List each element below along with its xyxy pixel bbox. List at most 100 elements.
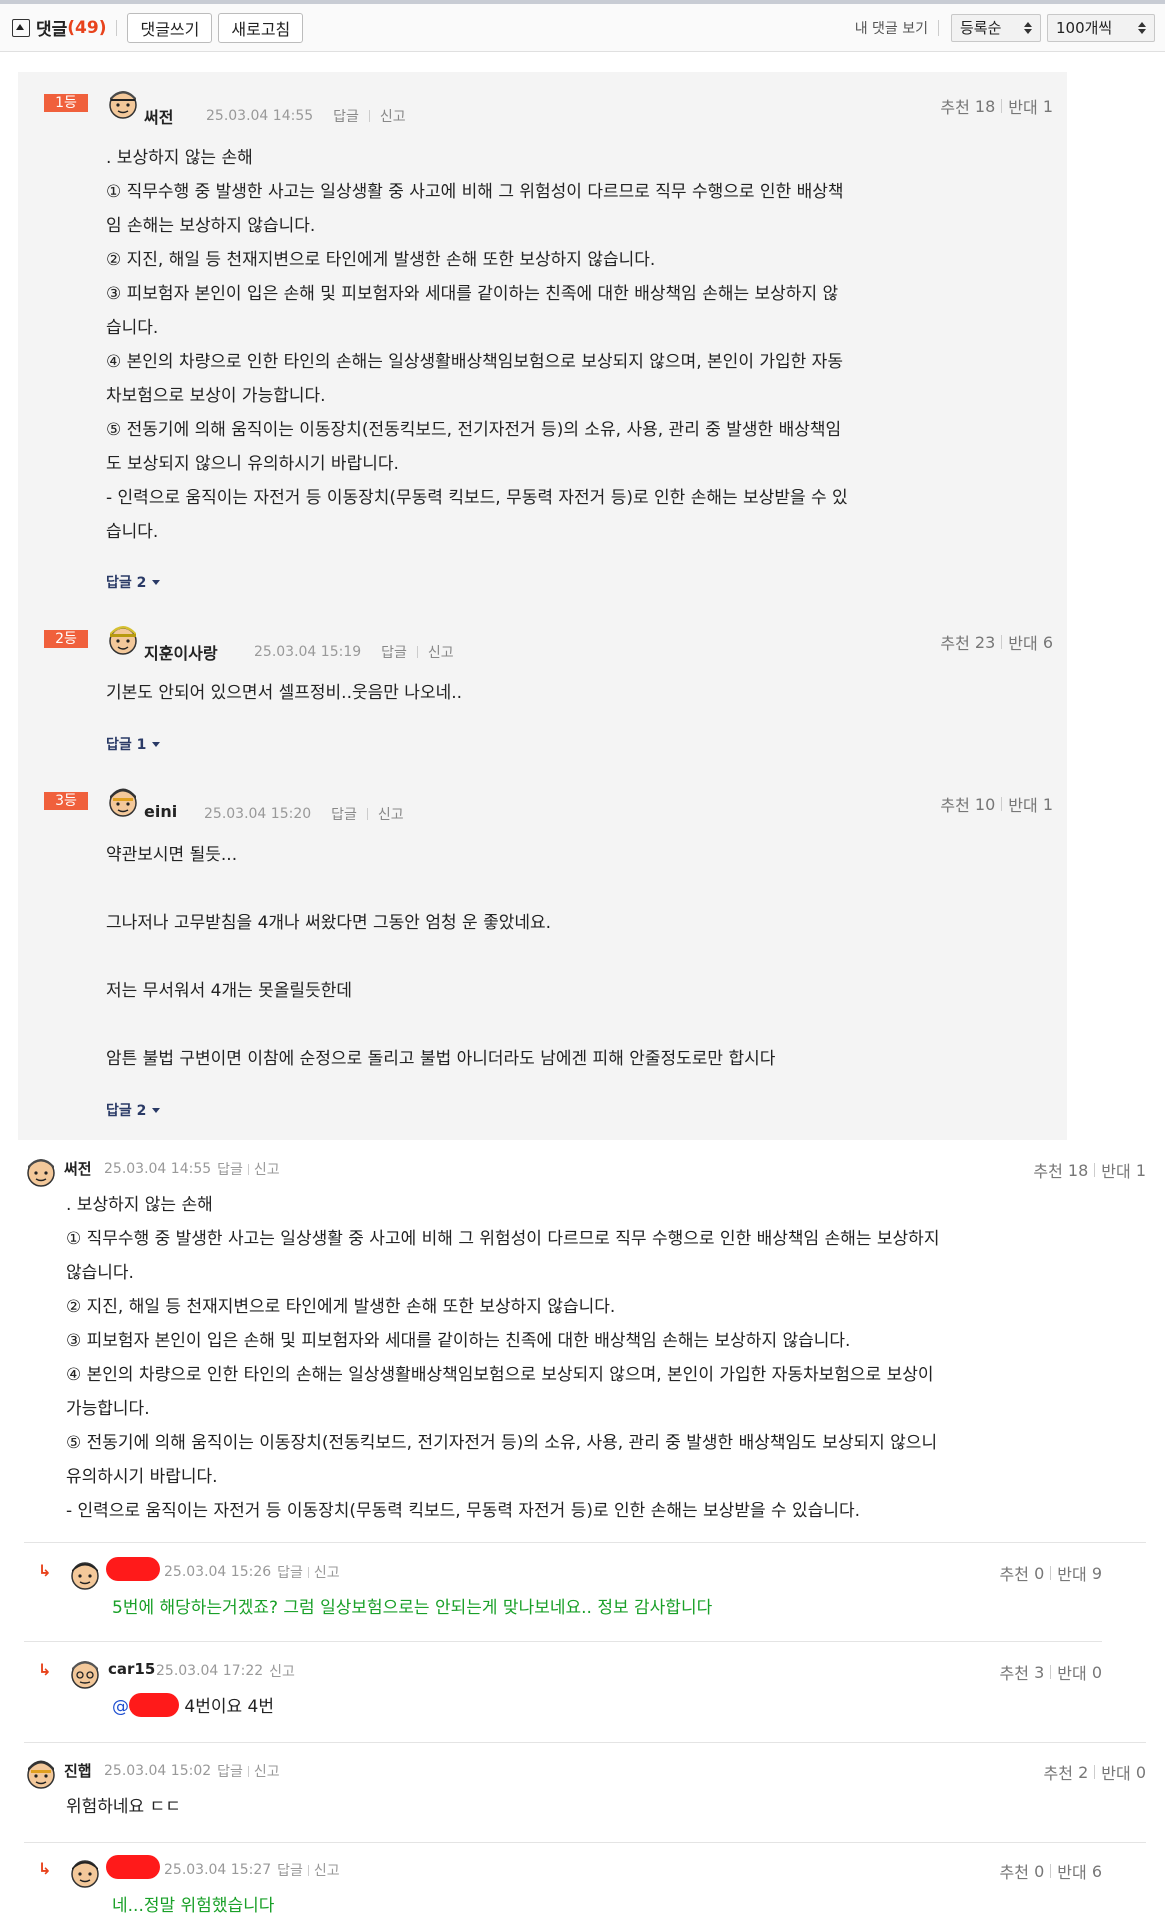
avatar-icon xyxy=(71,1860,99,1888)
comment-line: 암튼 불법 구변이면 이참에 순정으로 돌리고 불법 아니더라도 남에겐 피해 … xyxy=(106,1049,776,1069)
sort-select-value: 등록순 xyxy=(960,19,1002,37)
report-link[interactable]: 신고 xyxy=(314,1860,340,1880)
reply-link[interactable]: 답글 xyxy=(277,1562,303,1582)
reply-link[interactable]: 답글 xyxy=(381,642,407,662)
oppose-label[interactable]: 반대 xyxy=(1057,1859,1086,1883)
refresh-button[interactable]: 새로고침 xyxy=(218,12,304,43)
timestamp: 25.03.04 15:26 xyxy=(164,1564,272,1580)
comment-line: ⑤ 전동기에 의해 움직이는 이동장치(전동킥보드, 전기자전거 등)의 소유,… xyxy=(66,1433,938,1453)
vote-divider xyxy=(1050,1566,1052,1580)
oppose-label[interactable]: 반대 xyxy=(1008,94,1037,118)
replies-toggle[interactable]: 답글 1 xyxy=(106,734,161,754)
nickname[interactable]: car15 xyxy=(108,1660,155,1678)
comment-divider xyxy=(24,1542,1146,1543)
comment-body: 위험하네요 ㄷㄷ xyxy=(66,1797,181,1817)
avatar-icon xyxy=(109,626,137,655)
comment-line: ① 직무수행 중 발생한 사고는 일상생활 중 사고에 비해 그 위험성이 다르… xyxy=(106,182,844,202)
oppose-label[interactable]: 반대 xyxy=(1008,792,1037,816)
vote-counts: 추천 0 반대 9 xyxy=(1000,1561,1102,1585)
oppose-label[interactable]: 반대 xyxy=(1057,1660,1086,1684)
recommend-label[interactable]: 추천 xyxy=(940,630,969,654)
vote-divider xyxy=(1001,797,1003,811)
caret-down-icon xyxy=(152,741,161,747)
recommend-label[interactable]: 추천 xyxy=(1000,1660,1029,1684)
nickname[interactable]: 써전 xyxy=(144,104,173,128)
nickname[interactable]: 지훈이사랑 xyxy=(144,640,218,664)
reply-link[interactable]: 답글 xyxy=(333,106,359,126)
replies-toggle[interactable]: 답글 2 xyxy=(106,1100,161,1120)
comment-line: . 보상하지 않는 손해 xyxy=(66,1195,213,1215)
reply-arrow-icon: ↳ xyxy=(38,1859,52,1878)
comment-meta: 25.03.04 15:26 답글 신고 xyxy=(164,1562,340,1582)
oppose-label[interactable]: 반대 xyxy=(1057,1561,1086,1585)
redacted-nickname xyxy=(106,1557,160,1581)
recommend-label[interactable]: 추천 xyxy=(1000,1561,1029,1585)
per-page-select-value: 100개씩 xyxy=(1056,19,1113,37)
comment-body: . 보상하지 않는 손해 ① 직무수행 중 발생한 사고는 일상생활 중 사고에… xyxy=(106,141,946,549)
comment-line: 기본도 안되어 있으면서 셀프정비..웃음만 나오네.. xyxy=(106,683,463,703)
comment-line: 가능합니다. xyxy=(66,1399,150,1419)
recommend-count: 3 xyxy=(1034,1662,1045,1682)
recommend-label[interactable]: 추천 xyxy=(1033,1158,1062,1182)
oppose-count: 6 xyxy=(1091,1861,1102,1881)
comment-line: 도 보상되지 않으니 유의하시기 바랍니다. xyxy=(106,454,399,474)
report-link[interactable]: 신고 xyxy=(314,1562,340,1582)
reply-arrow-icon: ↳ xyxy=(38,1561,52,1580)
nickname[interactable]: eini xyxy=(144,802,177,821)
comment-body: @ 4번이요 4번 xyxy=(112,1690,1072,1724)
vote-divider xyxy=(1001,635,1003,649)
comments-page: 댓글 (49) 댓글쓰기 새로고침 내 댓글 보기 등록순 100개씩 1등 써… xyxy=(0,0,1170,1932)
vote-counts: 추천 2 반대 0 xyxy=(1044,1760,1146,1784)
recommend-label[interactable]: 추천 xyxy=(940,792,969,816)
report-link[interactable]: 신고 xyxy=(378,804,404,824)
recommend-count: 10 xyxy=(974,794,996,814)
reply-link[interactable]: 답글 xyxy=(217,1159,243,1179)
recommend-count: 18 xyxy=(974,96,996,116)
recommend-label[interactable]: 추천 xyxy=(1000,1859,1029,1883)
report-link[interactable]: 신고 xyxy=(428,642,454,662)
write-comment-button[interactable]: 댓글쓰기 xyxy=(127,12,213,43)
report-link[interactable]: 신고 xyxy=(254,1761,280,1781)
report-link[interactable]: 신고 xyxy=(254,1159,280,1179)
comment-line: 차보험으로 보상이 가능합니다. xyxy=(106,386,326,406)
comment-text: 4번이요 4번 xyxy=(179,1697,274,1717)
comment-meta: 25.03.04 15:27 답글 신고 xyxy=(164,1860,340,1880)
best-comments: 1등 써전 25.03.04 14:55 답글 신고 추천 18 반대 1 . … xyxy=(18,72,1067,1140)
avatar-icon xyxy=(71,1562,99,1590)
meta-divider xyxy=(307,1566,309,1578)
nickname[interactable]: 써전 xyxy=(64,1158,92,1179)
collapse-up-icon[interactable] xyxy=(12,18,30,37)
reply-link[interactable]: 답글 xyxy=(217,1761,243,1781)
toolbar-divider xyxy=(938,19,939,36)
recommend-label[interactable]: 추천 xyxy=(1044,1760,1073,1784)
replies-toggle[interactable]: 답글 2 xyxy=(106,572,161,592)
reply-link[interactable]: 답글 xyxy=(331,804,357,824)
comment-line: 약관보시면 될듯... xyxy=(106,845,238,865)
comment-divider xyxy=(24,1641,1102,1642)
rank-badge: 1등 xyxy=(44,94,88,112)
meta-divider xyxy=(366,808,368,820)
oppose-label[interactable]: 반대 xyxy=(1101,1158,1130,1182)
caret-down-icon xyxy=(152,1107,161,1113)
report-link[interactable]: 신고 xyxy=(269,1661,295,1681)
my-comments-link[interactable]: 내 댓글 보기 xyxy=(855,18,928,38)
comment-line: 임 손해는 보상하지 않습니다. xyxy=(106,216,316,236)
vote-divider xyxy=(1050,1864,1052,1878)
comment-divider xyxy=(24,1842,1146,1843)
per-page-select[interactable]: 100개씩 xyxy=(1047,13,1155,42)
vote-counts: 추천 0 반대 6 xyxy=(1000,1859,1102,1883)
oppose-label[interactable]: 반대 xyxy=(1101,1760,1130,1784)
mention-link[interactable]: @ xyxy=(112,1697,129,1717)
meta-divider xyxy=(307,1864,309,1876)
reply-link[interactable]: 답글 xyxy=(277,1860,303,1880)
recommend-label[interactable]: 추천 xyxy=(940,94,969,118)
vote-counts: 추천 18 반대 1 xyxy=(1033,1158,1146,1182)
sort-select[interactable]: 등록순 xyxy=(951,13,1041,42)
comment-line: ② 지진, 해일 등 천재지변으로 타인에게 발생한 손해 또한 보상하지 않습… xyxy=(66,1297,616,1317)
comment-line xyxy=(106,1008,946,1042)
report-link[interactable]: 신고 xyxy=(380,106,406,126)
oppose-label[interactable]: 반대 xyxy=(1008,630,1037,654)
nickname[interactable]: 진햅 xyxy=(64,1760,92,1781)
comment-body: 기본도 안되어 있으면서 셀프정비..웃음만 나오네.. xyxy=(106,676,946,710)
meta-divider xyxy=(247,1765,249,1777)
